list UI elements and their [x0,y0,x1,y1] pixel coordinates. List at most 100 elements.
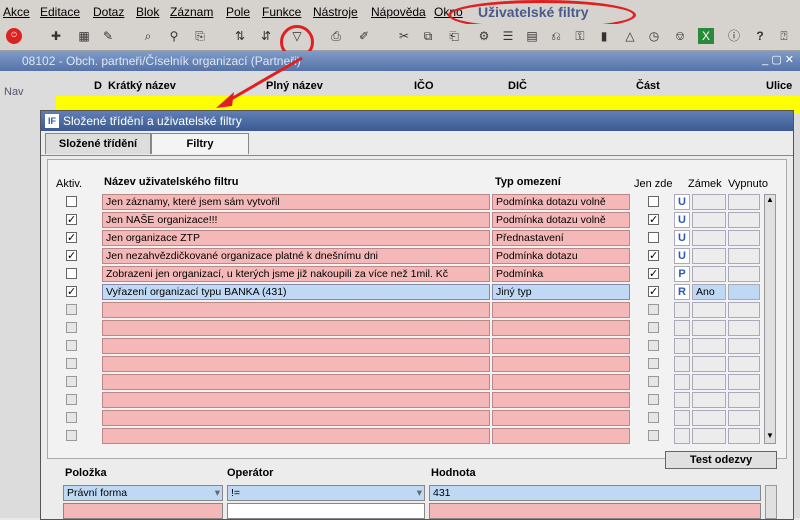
off-cell[interactable] [728,212,760,228]
filter-name-cell[interactable] [102,356,490,372]
lock-detail-cell[interactable] [692,266,726,282]
lock-detail-cell[interactable]: Ano [692,284,726,300]
copy-icon[interactable]: ⧉ [420,28,436,44]
local-checkbox[interactable] [648,232,659,243]
off-cell[interactable] [728,356,760,372]
filter-type-cell[interactable] [492,302,630,318]
off-cell[interactable] [728,230,760,246]
insert-record-icon[interactable]: ✚ [48,28,64,44]
local-checkbox[interactable] [648,340,659,351]
vertical-scrollbar[interactable]: ▲ ▼ [764,194,776,444]
operator-select[interactable]: != ▾ [227,485,425,501]
active-checkbox[interactable] [66,376,77,387]
print-icon[interactable]: ⎙ [328,28,344,44]
active-checkbox[interactable] [66,196,77,207]
local-checkbox[interactable] [648,412,659,423]
lock-detail-cell[interactable] [692,392,726,408]
lock-cell[interactable] [674,338,690,354]
filter-name-cell[interactable] [102,338,490,354]
cancel-query-icon[interactable]: ⎘ [192,28,208,44]
sort-asc-icon[interactable]: ⇅ [232,28,248,44]
off-cell[interactable] [728,302,760,318]
lock-detail-cell[interactable] [692,212,726,228]
local-checkbox[interactable] [648,376,659,387]
info-icon[interactable]: ⓘ [726,28,742,44]
lock-cell[interactable]: U [674,194,690,210]
item-dropdown-icon[interactable]: ▾ [215,486,220,500]
filter-name-cell[interactable]: Jen organizace ZTP [102,230,490,246]
local-checkbox[interactable]: ✓ [648,286,659,298]
window-controls-icon[interactable]: _ ▢ ✕ [762,53,794,66]
off-cell[interactable] [728,374,760,390]
off-cell[interactable] [728,392,760,408]
menu-funkce[interactable]: Funkce [262,5,301,19]
edit-icon[interactable]: ✐ [356,28,372,44]
lock-detail-cell[interactable] [692,230,726,246]
filter-type-cell[interactable] [492,320,630,336]
test-response-button[interactable]: Test odezvy [665,451,777,469]
menu-napoveda[interactable]: Nápověda [371,5,426,19]
save-icon[interactable]: ▦ [76,28,92,44]
lock-cell[interactable]: R [674,284,690,300]
attach-icon[interactable]: ⎌ [548,28,564,44]
lock-cell[interactable] [674,320,690,336]
lock-detail-cell[interactable] [692,302,726,318]
menu-pole[interactable]: Pole [226,5,250,19]
item-select-empty[interactable] [63,503,223,519]
lock-detail-cell[interactable] [692,248,726,264]
cut-icon[interactable]: ✂ [396,28,412,44]
list-icon[interactable]: ☰ [500,28,516,44]
lock-cell[interactable]: U [674,212,690,228]
filter-name-cell[interactable]: Zobrazeni jen organizací, u kterých jsme… [102,266,490,282]
active-checkbox[interactable] [66,304,77,315]
local-checkbox[interactable]: ✓ [648,250,659,262]
nav-label[interactable]: Nav [4,86,24,98]
paste-icon[interactable]: ⎗ [446,28,462,44]
active-checkbox[interactable]: ✓ [66,214,77,226]
local-checkbox[interactable]: ✓ [648,214,659,226]
filter-name-cell[interactable]: Jen záznamy, které jsem sám vytvořil [102,194,490,210]
lock-detail-cell[interactable] [692,194,726,210]
lock-cell[interactable] [674,356,690,372]
active-checkbox[interactable]: ✓ [66,286,77,298]
active-checkbox[interactable] [66,412,77,423]
filter-name-cell[interactable] [102,320,490,336]
filter-type-cell[interactable]: Podmínka dotazu volně [492,194,630,210]
filter-type-cell[interactable] [492,428,630,444]
lock-cell[interactable] [674,302,690,318]
lock-cell[interactable] [674,392,690,408]
lock-cell[interactable] [674,410,690,426]
lock-detail-cell[interactable] [692,428,726,444]
local-checkbox[interactable] [648,196,659,207]
context-help-icon[interactable]: ⍰ [776,28,792,44]
history-icon[interactable]: ⎊ [672,28,688,44]
off-cell[interactable] [728,428,760,444]
filter-type-cell[interactable] [492,338,630,354]
menu-zaznam[interactable]: Záznam [170,5,213,19]
lock-cell[interactable]: U [674,230,690,246]
active-checkbox[interactable] [66,358,77,369]
active-checkbox[interactable] [66,340,77,351]
menu-akce[interactable]: Akce [3,5,30,19]
bottom-scrollbar[interactable] [765,485,777,519]
grid-icon[interactable]: ▤ [524,28,540,44]
operator-select-empty[interactable] [227,503,425,519]
exit-icon[interactable]: ⏻ [6,28,22,44]
tools-icon[interactable]: ⚙ [476,28,492,44]
lock-cell[interactable]: P [674,266,690,282]
item-select[interactable]: Právní forma ▾ [63,485,223,501]
filter-name-cell[interactable]: Jen nezahvězdičkované organizace platné … [102,248,490,264]
scroll-up-icon[interactable]: ▲ [765,195,775,207]
filter-name-cell[interactable] [102,392,490,408]
chart-icon[interactable]: ▮ [596,28,612,44]
local-checkbox[interactable] [648,358,659,369]
local-checkbox[interactable] [648,322,659,333]
filter-type-cell[interactable]: Podmínka dotazu [492,248,630,264]
active-checkbox[interactable] [66,430,77,441]
sort-desc-icon[interactable]: ⇵ [258,28,274,44]
off-cell[interactable] [728,194,760,210]
filter-name-cell[interactable] [102,428,490,444]
active-checkbox[interactable] [66,268,77,279]
menu-nastroje[interactable]: Nástroje [313,5,358,19]
menu-editace[interactable]: Editace [40,5,80,19]
